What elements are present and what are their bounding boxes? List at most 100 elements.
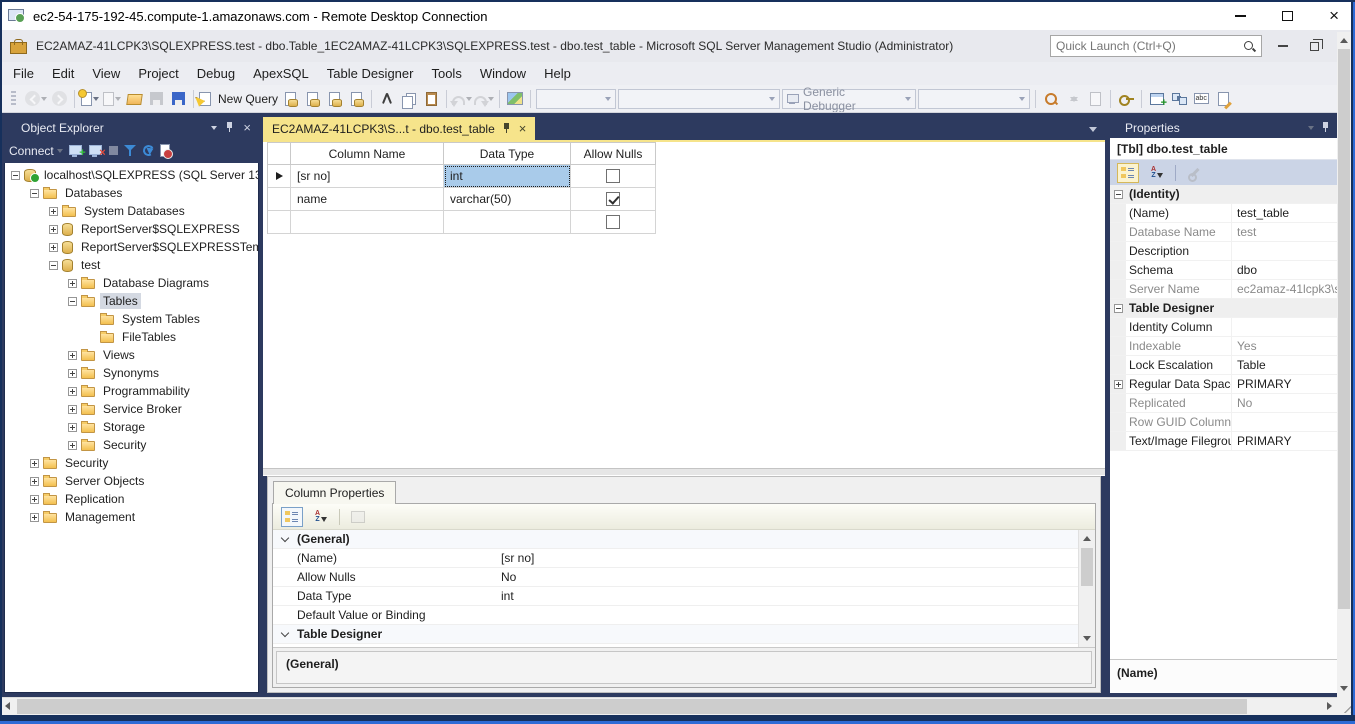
redo-button[interactable] [474, 88, 494, 110]
property-row-server-name[interactable]: Server Nameec2amaz-41lcpk3\s [1110, 280, 1337, 299]
connect-server-button[interactable]: + [69, 142, 83, 160]
tree-item-server-objects[interactable]: Server Objects [5, 472, 258, 490]
copy-button[interactable] [399, 88, 419, 110]
tree-item-system-tables[interactable]: System Tables [5, 310, 258, 328]
scroll-down-icon[interactable] [1340, 686, 1348, 691]
expand-toggle-icon[interactable] [68, 351, 77, 360]
column-name-cell[interactable]: [sr no] [291, 165, 444, 188]
chevron-down-icon[interactable] [905, 97, 911, 101]
property-value[interactable] [1232, 318, 1337, 336]
alphabetical-button[interactable] [310, 507, 332, 527]
tree-item-test[interactable]: test [5, 256, 258, 274]
expand-toggle-icon[interactable] [68, 441, 77, 450]
expand-toggle-icon[interactable] [30, 477, 39, 486]
menu-item-project[interactable]: Project [129, 62, 187, 85]
expand-toggle-icon[interactable] [30, 513, 39, 522]
scrollbar-thumb[interactable] [1081, 548, 1093, 586]
set-primary-key-button[interactable] [1116, 88, 1136, 110]
expand-toggle-icon[interactable] [68, 369, 77, 378]
expand-toggle-icon[interactable] [68, 297, 77, 306]
tree-item-synonyms[interactable]: Synonyms [5, 364, 258, 382]
check-constraints-button[interactable] [1191, 88, 1211, 110]
property-category-general[interactable]: (General) [273, 530, 1078, 549]
generic-debugger-combo[interactable]: Generic Debugger [782, 89, 916, 109]
expand-toggle-icon[interactable] [30, 495, 39, 504]
allow-nulls-checkbox[interactable] [606, 215, 620, 229]
new-query-button[interactable]: New Query [199, 88, 278, 110]
chevron-down-icon[interactable] [1019, 97, 1025, 101]
app-restore-button[interactable] [1310, 42, 1319, 51]
menu-item-table-designer[interactable]: Table Designer [318, 62, 423, 85]
find-button[interactable] [1041, 88, 1061, 110]
property-row-database-name[interactable]: Database Nametest [1110, 223, 1337, 242]
property-value[interactable]: int [501, 589, 514, 603]
menu-item-edit[interactable]: Edit [43, 62, 83, 85]
rdp-horizontal-scrollbar[interactable] [0, 697, 1337, 715]
tree-item-tables[interactable]: Tables [5, 292, 258, 310]
scroll-up-icon[interactable] [1340, 38, 1348, 43]
tree-item-database-diagrams[interactable]: Database Diagrams [5, 274, 258, 292]
save-button[interactable] [146, 88, 166, 110]
property-row-description[interactable]: Description [1110, 242, 1337, 261]
tree-item-views[interactable]: Views [5, 346, 258, 364]
chevron-down-icon[interactable] [769, 97, 775, 101]
property-row-text-image-filegroup[interactable]: Text/Image FilegroupPRIMARY [1110, 432, 1337, 451]
property-value[interactable]: test_table [1232, 204, 1337, 222]
categorized-button[interactable] [281, 507, 303, 527]
expand-toggle-icon[interactable] [68, 405, 77, 414]
scroll-up-icon[interactable] [1083, 536, 1091, 541]
tree-item-security[interactable]: Security [5, 436, 258, 454]
property-pages-button[interactable] [347, 507, 369, 527]
expand-toggle-icon[interactable] [49, 225, 58, 234]
tree-item-programmability[interactable]: Programmability [5, 382, 258, 400]
horizontal-splitter[interactable] [263, 468, 1105, 476]
pin-icon[interactable] [1322, 122, 1330, 133]
tree-item-system-databases[interactable]: System Databases [5, 202, 258, 220]
scrollbar-thumb[interactable] [1338, 49, 1350, 609]
rdp-maximize-button[interactable] [1282, 11, 1293, 21]
panel-menu-icon[interactable] [1308, 126, 1314, 130]
tree-item-storage[interactable]: Storage [5, 418, 258, 436]
property-row-row-guid-column[interactable]: Row GUID Column [1110, 413, 1337, 432]
tab-list-dropdown-icon[interactable] [1089, 127, 1097, 132]
tree-item-localhost-sqlexpress-sql-server-13-0[interactable]: localhost\SQLEXPRESS (SQL Server 13.0 [5, 166, 258, 184]
property-row-schema[interactable]: Schemadbo [1110, 261, 1337, 280]
expand-toggle-icon[interactable] [49, 207, 58, 216]
column-properties-scrollbar[interactable] [1078, 530, 1095, 647]
tree-item-reportserver-sqlexpress[interactable]: ReportServer$SQLEXPRESS [5, 220, 258, 238]
cut-button[interactable] [377, 88, 397, 110]
chevron-down-icon[interactable] [115, 97, 121, 101]
property-row-indexable[interactable]: IndexableYes [1110, 337, 1337, 356]
chevron-down-icon[interactable] [41, 97, 47, 101]
property-value[interactable] [1232, 242, 1337, 260]
expand-toggle-icon[interactable] [68, 387, 77, 396]
property-value[interactable]: Yes [1232, 337, 1337, 355]
property-row-allow-nulls[interactable]: Allow NullsNo [273, 568, 1078, 587]
expand-toggle-icon[interactable] [1114, 380, 1123, 389]
property-row-replicated[interactable]: ReplicatedNo [1110, 394, 1337, 413]
property-pages-button[interactable] [1183, 163, 1205, 183]
filter-button[interactable] [124, 142, 137, 160]
navigate-forward-button[interactable] [49, 88, 69, 110]
toolbar-combo-2[interactable] [618, 89, 780, 109]
quick-launch-box[interactable] [1050, 35, 1262, 57]
property-value[interactable]: PRIMARY [1232, 375, 1337, 393]
tree-item-service-broker[interactable]: Service Broker [5, 400, 258, 418]
data-type-cell[interactable] [444, 211, 571, 234]
menu-item-window[interactable]: Window [471, 62, 535, 85]
expand-toggle-icon[interactable] [30, 189, 39, 198]
tree-item-replication[interactable]: Replication [5, 490, 258, 508]
row-selector-cell[interactable] [268, 165, 291, 188]
property-row-name[interactable]: (Name)[sr no] [273, 549, 1078, 568]
collapse-toggle-icon[interactable] [1114, 304, 1123, 313]
xmla-query-button[interactable] [346, 88, 366, 110]
save-all-button[interactable] [168, 88, 188, 110]
dmx-query-button[interactable] [324, 88, 344, 110]
property-value[interactable]: No [1232, 394, 1337, 412]
database-engine-query-button[interactable] [280, 88, 300, 110]
paste-button[interactable] [421, 88, 441, 110]
expand-toggle-icon[interactable] [49, 243, 58, 252]
document-tab[interactable]: EC2AMAZ-41LCPK3\S...t - dbo.test_table × [263, 117, 535, 140]
undo-button[interactable] [452, 88, 472, 110]
property-row-regular-data-space-specification[interactable]: Regular Data Space SpecificationPRIMARY [1110, 375, 1337, 394]
